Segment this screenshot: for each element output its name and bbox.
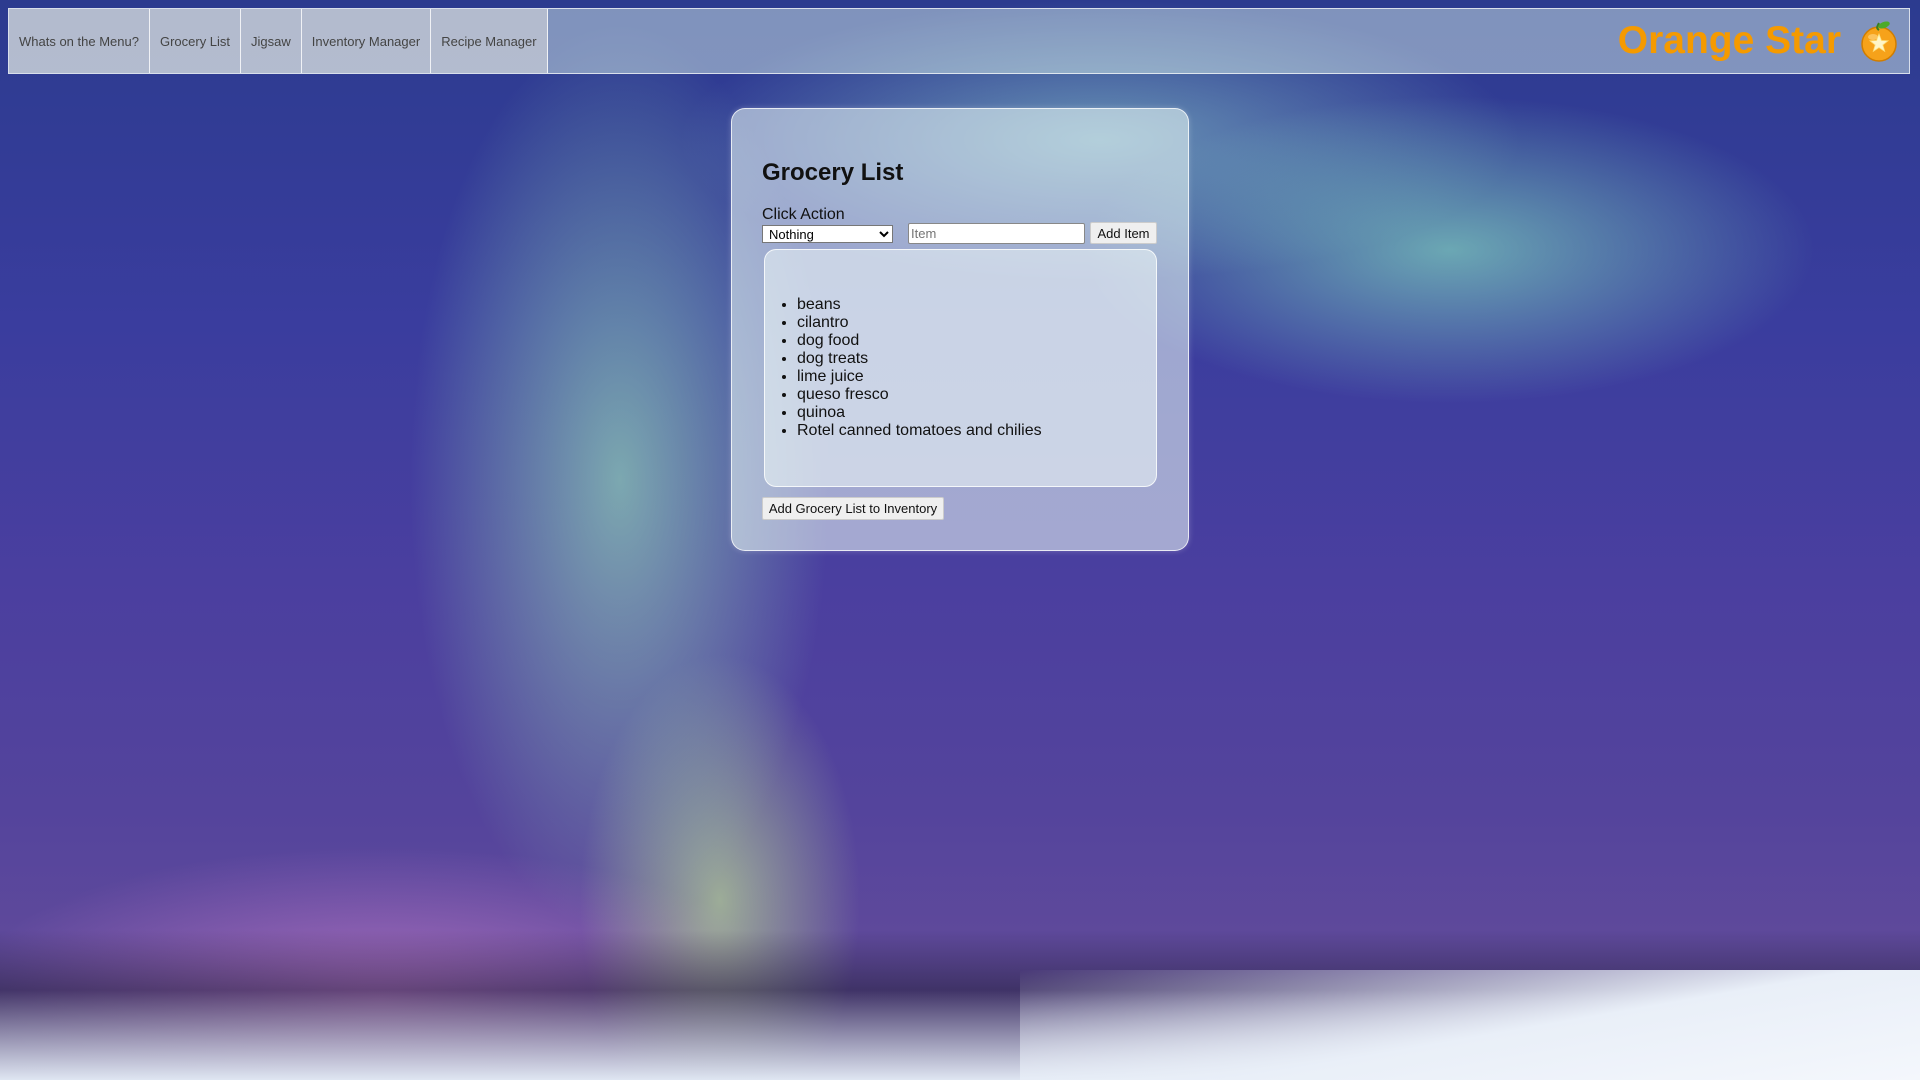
- click-action-select[interactable]: Nothing: [762, 225, 893, 243]
- grocery-list: beans cilantro dog food dog treats lime …: [765, 296, 1042, 440]
- nav-item-inventory-manager[interactable]: Inventory Manager: [301, 9, 432, 73]
- grocery-list-panel: Grocery List Click Action Nothing Add It…: [731, 108, 1189, 551]
- background-snow: [1020, 970, 1920, 1080]
- click-action-label: Click Action: [762, 206, 845, 223]
- list-item[interactable]: beans: [797, 296, 1042, 314]
- nav-item-jigsaw[interactable]: Jigsaw: [241, 9, 302, 73]
- page-title: Grocery List: [762, 159, 904, 186]
- nav-item-recipe-manager[interactable]: Recipe Manager: [431, 9, 548, 73]
- list-item[interactable]: dog food: [797, 332, 1042, 350]
- list-item[interactable]: quinoa: [797, 404, 1042, 422]
- brand: Orange Star: [1618, 9, 1901, 73]
- top-navbar: Whats on the Menu? Grocery List Jigsaw I…: [8, 8, 1910, 74]
- add-item-button[interactable]: Add Item: [1090, 222, 1157, 244]
- list-item[interactable]: cilantro: [797, 314, 1042, 332]
- brand-name: Orange Star: [1617, 19, 1841, 62]
- orange-star-logo-icon: [1861, 21, 1897, 62]
- list-item[interactable]: queso fresco: [797, 386, 1042, 404]
- item-input[interactable]: [908, 223, 1085, 244]
- list-item[interactable]: dog treats: [797, 350, 1042, 368]
- grocery-list-box: beans cilantro dog food dog treats lime …: [764, 249, 1157, 487]
- list-item[interactable]: Rotel canned tomatoes and chilies: [797, 422, 1042, 440]
- nav-item-whats-on-the-menu[interactable]: Whats on the Menu?: [9, 9, 150, 73]
- nav-item-grocery-list[interactable]: Grocery List: [149, 9, 242, 73]
- add-grocery-list-to-inventory-button[interactable]: Add Grocery List to Inventory: [762, 497, 944, 520]
- list-item[interactable]: lime juice: [797, 368, 1042, 386]
